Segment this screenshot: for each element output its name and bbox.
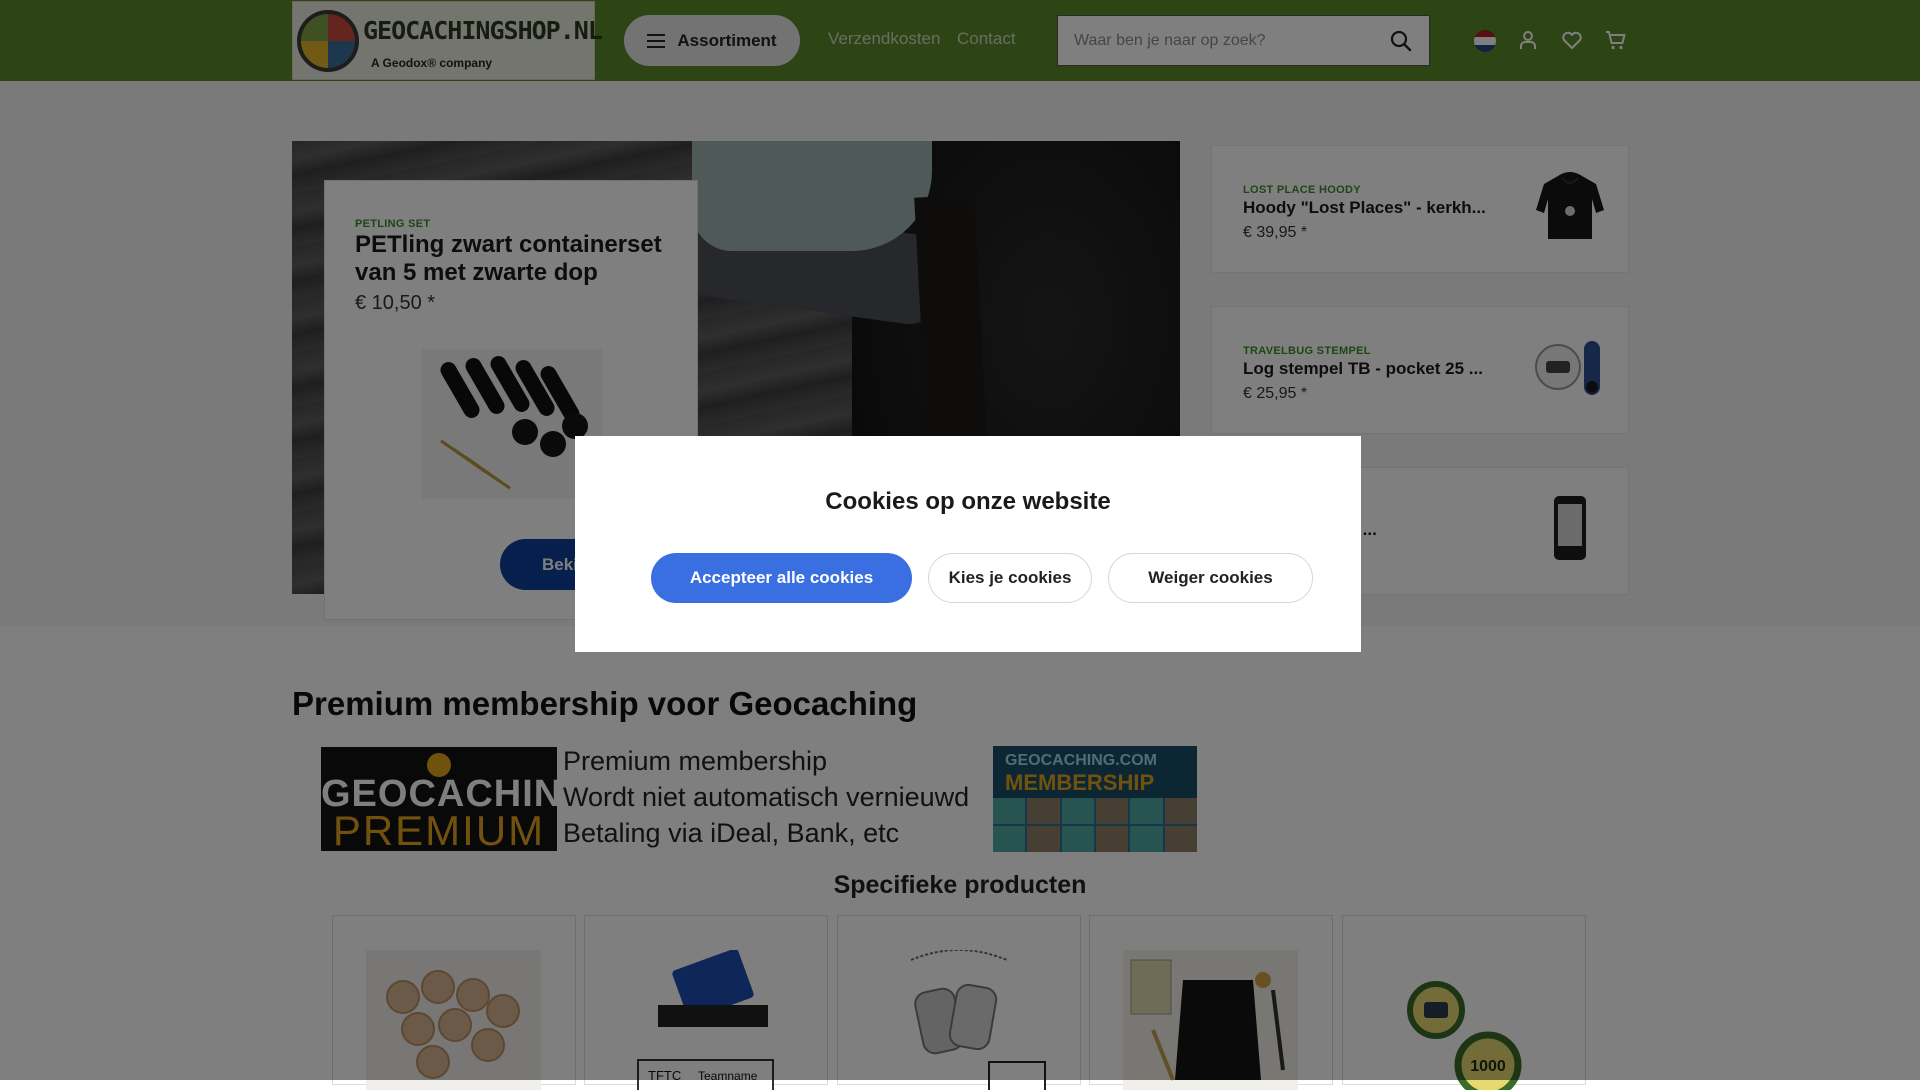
cookie-modal-title: Cookies op onze website (825, 488, 1111, 515)
choose-cookies-button[interactable]: Kies je cookies (928, 553, 1092, 603)
cookie-consent-modal: Cookies op onze website Accepteer alle c… (575, 436, 1361, 652)
accept-all-cookies-button[interactable]: Accepteer alle cookies (651, 553, 912, 603)
reject-cookies-button[interactable]: Weiger cookies (1108, 553, 1313, 603)
